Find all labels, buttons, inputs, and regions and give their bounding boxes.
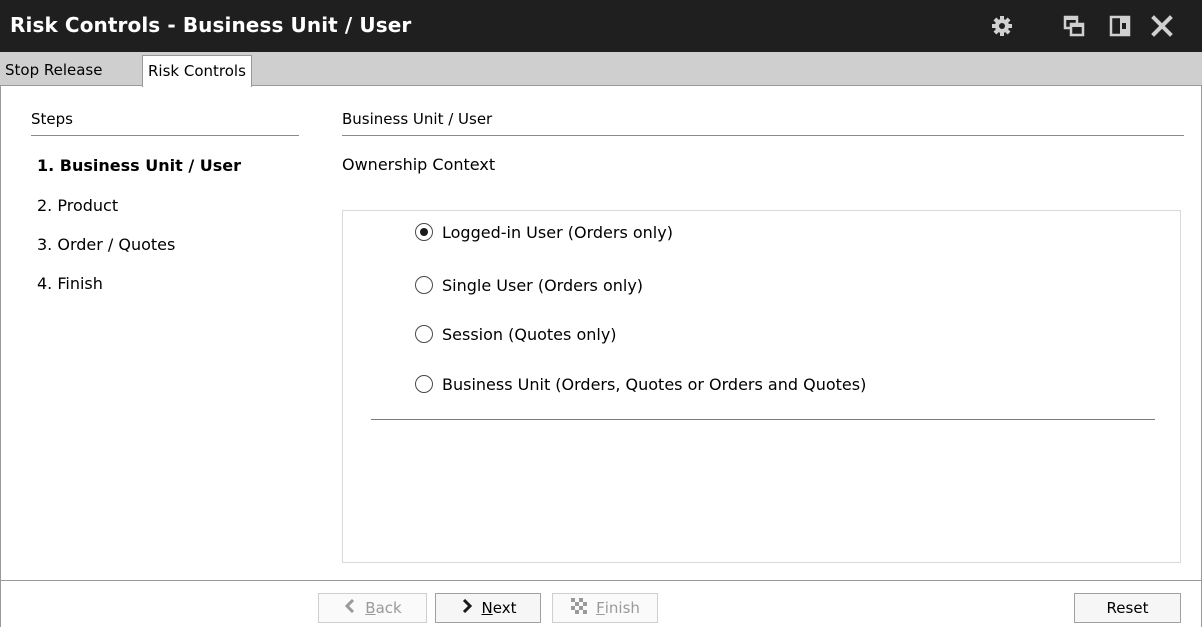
chevron-right-icon [460, 598, 474, 617]
step-order-quotes[interactable]: 3. Order / Quotes [37, 235, 175, 254]
steps-header: Steps [31, 110, 299, 136]
radio-button[interactable] [415, 375, 433, 393]
radio-logged-in-user[interactable]: Logged-in User (Orders only) [415, 221, 673, 243]
section-header: Business Unit / User [342, 110, 1184, 136]
radio-button[interactable] [415, 325, 433, 343]
finish-mnemonic: F [596, 599, 605, 617]
tab-risk-controls[interactable]: Risk Controls [142, 55, 252, 87]
wizard-content: Steps 1. Business Unit / User 2. Product… [0, 86, 1202, 580]
next-button[interactable]: Next [435, 593, 541, 623]
checkered-flag-icon [570, 597, 588, 619]
tab-stop-release[interactable]: Stop Release [0, 55, 107, 86]
window-title: Risk Controls - Business Unit / User [10, 13, 412, 37]
radio-business-unit[interactable]: Business Unit (Orders, Quotes or Orders … [415, 373, 866, 395]
step-finish[interactable]: 4. Finish [37, 274, 103, 293]
ownership-context-label: Ownership Context [342, 155, 496, 174]
back-mnemonic: B [365, 599, 376, 617]
radio-button-checked[interactable] [415, 223, 433, 241]
dock-icon[interactable] [1108, 14, 1132, 38]
back-button[interactable]: Back [318, 593, 427, 623]
back-label: ack [375, 599, 402, 617]
finish-button[interactable]: Finish [552, 593, 658, 623]
finish-label: inish [604, 599, 640, 617]
radio-session[interactable]: Session (Quotes only) [415, 323, 617, 345]
radio-label: Session (Quotes only) [442, 324, 617, 344]
radio-single-user[interactable]: Single User (Orders only) [415, 274, 643, 296]
radio-button[interactable] [415, 276, 433, 294]
gear-icon[interactable] [990, 14, 1014, 38]
wizard-footer: Back Next Finish Reset [0, 580, 1202, 627]
step-business-unit-user[interactable]: 1. Business Unit / User [37, 156, 241, 175]
radio-label: Logged-in User (Orders only) [442, 222, 673, 242]
radio-label: Business Unit (Orders, Quotes or Orders … [442, 374, 867, 394]
reset-button[interactable]: Reset [1074, 593, 1181, 623]
step-product[interactable]: 2. Product [37, 196, 118, 215]
chevron-left-icon [343, 598, 357, 617]
close-icon[interactable] [1150, 14, 1174, 38]
next-label: ext [492, 599, 517, 617]
divider [371, 419, 1155, 420]
restore-icon[interactable] [1062, 14, 1086, 38]
ownership-options-group: Logged-in User (Orders only) Single User… [342, 210, 1181, 563]
tab-strip: Stop Release Risk Controls [0, 52, 1202, 87]
radio-label: Single User (Orders only) [442, 275, 644, 295]
window-titlebar: Risk Controls - Business Unit / User [0, 0, 1202, 52]
next-mnemonic: N [481, 599, 493, 617]
